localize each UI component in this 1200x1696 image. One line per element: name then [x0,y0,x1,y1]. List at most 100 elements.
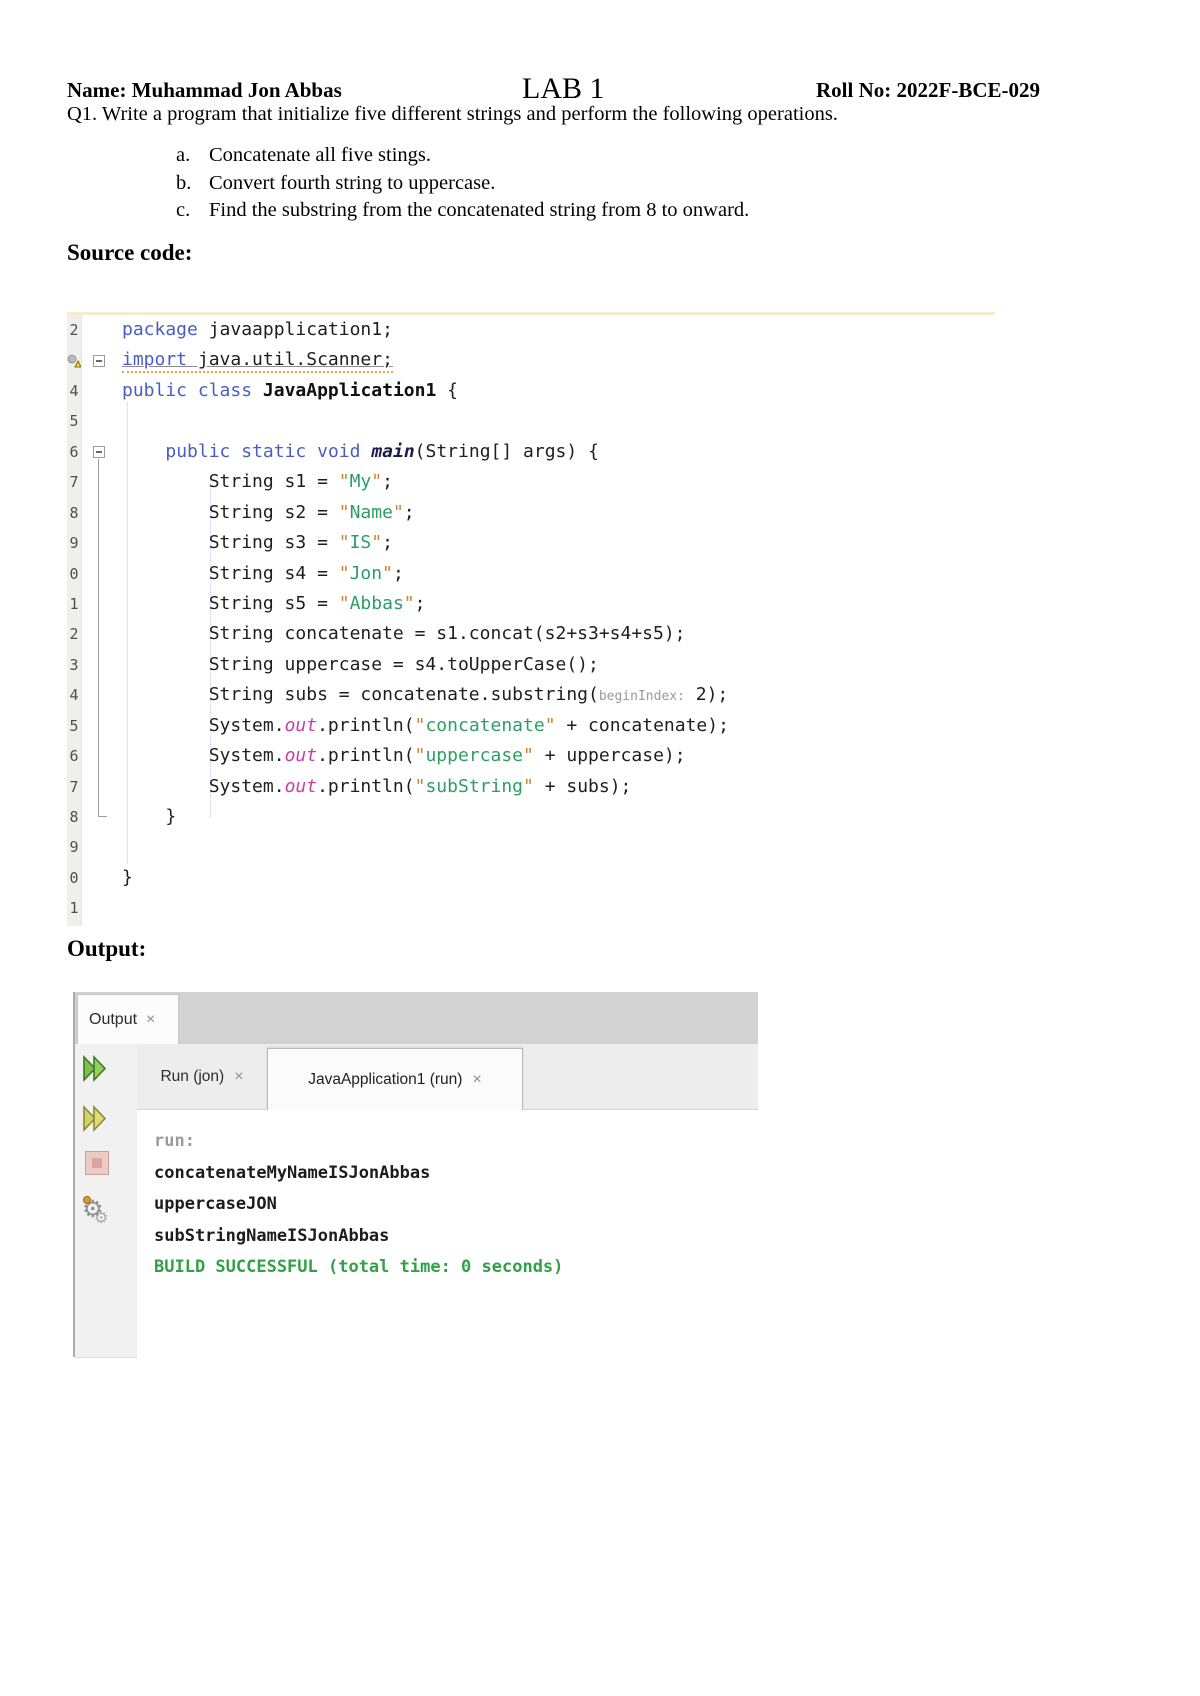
task-marker: a. [176,144,191,166]
code-line[interactable]: import java.util.Scanner; [67,345,995,375]
code-line[interactable]: 5 [67,406,995,436]
task-marker: c. [176,199,191,221]
question-text: Q1. Write a program that initialize five… [67,103,838,125]
settings-gears-icon[interactable]: ⚙ ⚙ [82,1195,112,1227]
code-line[interactable]: 9 [67,832,995,862]
task-marker: b. [176,171,192,194]
code-text: String s5 = "Abbas"; [122,592,426,614]
lab-report-page: Name: Muhammad Jon Abbas LAB 1 Roll No: … [0,0,1200,1696]
console-line: concatenateMyNameISJonAbbas [154,1162,431,1183]
warning-icon[interactable] [67,354,81,368]
line-number: 6 [69,747,79,766]
tab-javaapplication1-run[interactable]: JavaApplication1 (run) × [267,1048,523,1110]
console-line: run: [154,1131,195,1151]
close-icon[interactable]: × [234,1068,243,1086]
roll-number: Roll No: 2022F-BCE-029 [816,78,1040,102]
code-text: String subs = concatenate.substring(begi… [122,684,729,706]
code-line[interactable]: 7 String s1 = "My"; [67,467,995,497]
output-window-tabstrip: Output × [75,992,758,1044]
code-line[interactable]: 7 System.out.println("subString" + subs)… [67,772,995,802]
code-line[interactable]: 2 String concatenate = s1.concat(s2+s3+s… [67,619,995,649]
console-output[interactable]: run: concatenateMyNameISJonAbbas uppercase… [137,1110,758,1357]
line-number: 0 [69,868,79,887]
line-number: 1 [69,594,79,613]
tab-output-window[interactable]: Output × [77,994,179,1044]
code-line[interactable]: 9 String s3 = "IS"; [67,528,995,558]
task-text: Concatenate all five stings. [209,144,432,166]
task-item: a. Concatenate all five stings. [176,142,976,170]
code-line[interactable]: 4 public class JavaApplication1 { [67,376,995,406]
code-line[interactable]: 6 public static void main(String[] args)… [67,437,995,467]
code-line[interactable]: 8 } [67,802,995,832]
code-line[interactable]: 8 String s2 = "Name"; [67,498,995,528]
code-text: String concatenate = s1.concat(s2+s3+s4+… [122,623,686,645]
page-title: LAB 1 [522,72,605,105]
fold-guide-line [98,459,99,817]
line-number: 8 [69,503,79,522]
code-text: String s2 = "Name"; [122,501,415,523]
code-text: } [122,806,177,827]
line-number: 0 [69,564,79,583]
code-line[interactable]: 0 String s4 = "Jon"; [67,559,995,589]
code-line[interactable]: 4 String subs = concatenate.substring(be… [67,680,995,710]
line-number: 3 [69,655,79,674]
code-lines[interactable]: 2 package javaapplication1; import java.ut… [67,315,995,924]
code-text: String s1 = "My"; [122,471,393,493]
task-text: Find the substring from the concatenated… [209,199,750,221]
line-number: 1 [69,899,79,918]
code-text: String s4 = "Jon"; [122,562,404,584]
task-item: b. Convert fourth string to uppercase. [176,170,976,198]
code-text: System.out.println("uppercase" + upperca… [122,745,686,767]
fold-guide-corner [98,816,107,817]
close-icon[interactable]: × [472,1071,481,1089]
code-line[interactable]: 2 package javaapplication1; [67,315,995,345]
code-text: String s3 = "IS"; [122,532,393,554]
line-number: 2 [69,321,79,339]
tab-label: Run (jon) [160,1068,225,1085]
line-number: 7 [69,473,79,492]
student-name: Name: Muhammad Jon Abbas [67,78,342,102]
line-number: 4 [69,686,79,705]
code-text: import java.util.Scanner; [122,345,393,375]
code-line[interactable]: 6 System.out.println("uppercase" + upper… [67,741,995,771]
stop-icon[interactable] [85,1151,115,1181]
code-text: public static void main(String[] args) { [165,440,599,462]
code-text: System.out.println("concatenate" + conca… [122,714,729,736]
rerun-with-changes-icon[interactable] [82,1104,112,1134]
code-text: String uppercase = s4.toUpperCase(); [122,653,599,675]
line-number: 9 [69,534,79,553]
code-editor[interactable]: 2 package javaapplication1; import java.ut… [67,312,995,926]
code-text: package javaapplication1; [122,319,393,340]
code-line[interactable]: 3 String uppercase = s4.toUpperCase(); [67,650,995,680]
line-number: 5 [69,412,79,431]
close-icon[interactable]: × [146,1011,155,1029]
line-number: 9 [69,838,79,857]
fold-collapse-box[interactable] [93,446,105,458]
code-line[interactable]: 0} [67,863,995,893]
line-number: 2 [69,625,79,644]
tab-run-jon[interactable]: Run (jon) × [137,1044,267,1110]
line-number: 7 [69,777,79,796]
code-line[interactable]: 5 System.out.println("concatenate" + con… [67,711,995,741]
console-line: uppercaseJON [154,1194,277,1214]
code-text: public class JavaApplication1 { [122,379,458,401]
console-line: subStringNameISJonAbbas [154,1225,390,1246]
task-text: Convert fourth string to uppercase. [209,171,496,194]
fold-collapse-box[interactable] [93,355,105,367]
source-code-heading: Source code: [67,240,193,265]
line-number: 6 [69,442,79,461]
code-line[interactable]: 1 [67,893,995,923]
code-line[interactable]: 1 String s5 = "Abbas"; [67,589,995,619]
task-item: c. Find the substring from the concatena… [176,197,976,225]
line-number: 4 [69,381,79,400]
rerun-icon[interactable] [82,1054,112,1084]
line-number: 8 [69,808,79,826]
editor-body[interactable]: 2 package javaapplication1; import java.ut… [67,315,995,926]
line-number: 5 [69,716,79,735]
console-line: BUILD SUCCESSFUL (total time: 0 seconds) [154,1257,564,1277]
tab-label: JavaApplication1 (run) [308,1070,463,1088]
output-panel: Output × ⚙ ⚙ Run (jon) × JavaApplication1… [73,992,758,1358]
output-heading: Output: [67,936,147,961]
console-toolbar: ⚙ ⚙ [82,1044,130,1227]
unused-import-underline: import java.util.Scanner; [122,349,393,374]
